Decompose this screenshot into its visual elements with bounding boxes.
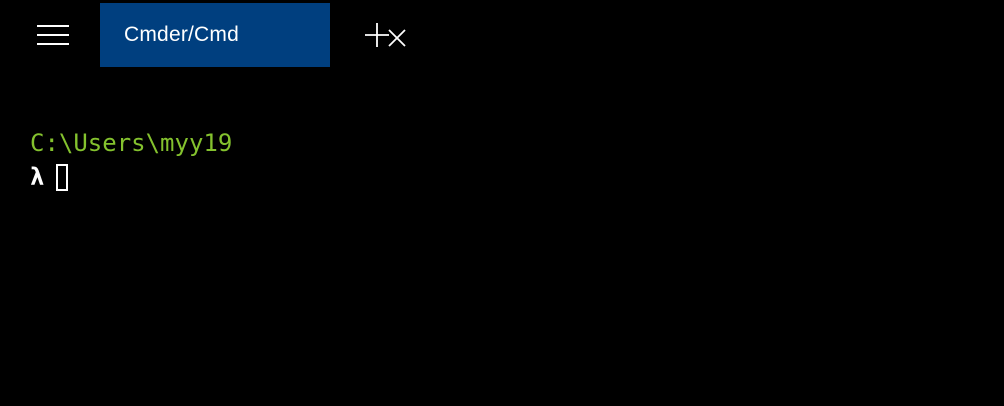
command-input[interactable] bbox=[56, 163, 69, 192]
tab-cmder-cmd[interactable]: Cmder/Cmd bbox=[100, 3, 406, 67]
terminal-window: Cmder/Cmd C:\Users\myy19 λ bbox=[0, 0, 1004, 406]
plus-icon bbox=[365, 23, 389, 47]
tab-label: Cmder/Cmd bbox=[124, 23, 239, 46]
new-tab-button[interactable] bbox=[362, 20, 392, 50]
menu-button[interactable] bbox=[22, 14, 84, 56]
prompt-line[interactable]: λ bbox=[30, 162, 69, 192]
current-directory-path: C:\Users\myy19 bbox=[30, 129, 233, 157]
terminal-output[interactable]: C:\Users\myy19 λ bbox=[0, 68, 1004, 406]
prompt-symbol: λ bbox=[30, 163, 45, 191]
text-cursor bbox=[56, 164, 69, 192]
hamburger-menu-icon bbox=[37, 25, 69, 45]
tab-bar: Cmder/Cmd bbox=[0, 0, 1004, 68]
